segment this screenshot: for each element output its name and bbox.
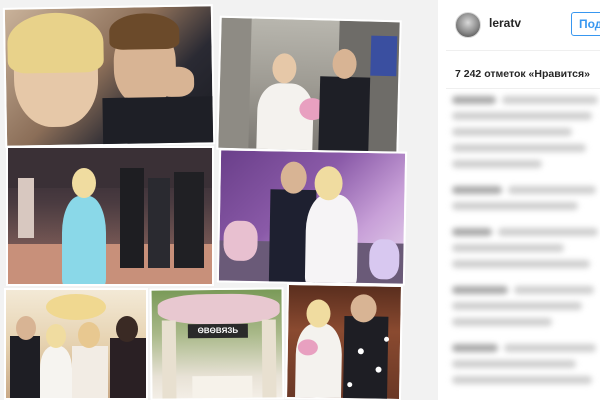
photo-selfie-couple [2, 4, 216, 148]
photo-toast [216, 15, 402, 155]
photo-ballroom [6, 146, 214, 286]
follow-button[interactable]: Под [571, 12, 600, 36]
avatar[interactable] [455, 12, 481, 38]
blurred-comments [452, 96, 600, 400]
photo-petals-exit [284, 282, 404, 400]
post-info-panel: leratv Под 7 242 отметок «Нравится» [438, 0, 600, 400]
photo-collage[interactable]: ΘΒΘΒЯЗЬ [0, 0, 438, 400]
photo-floral-arch: ΘΒΘΒЯЗЬ [149, 287, 285, 400]
sign-text: ΘΒΘΒЯЗЬ [187, 323, 248, 339]
post-header: leratv Под [438, 0, 600, 54]
username-link[interactable]: leratv [489, 16, 521, 30]
likes-divider [446, 88, 600, 89]
photo-first-dance [216, 148, 408, 286]
likes-count[interactable]: 7 242 отметок «Нравится» [455, 68, 590, 80]
header-divider [446, 50, 600, 51]
photo-group [4, 288, 148, 400]
